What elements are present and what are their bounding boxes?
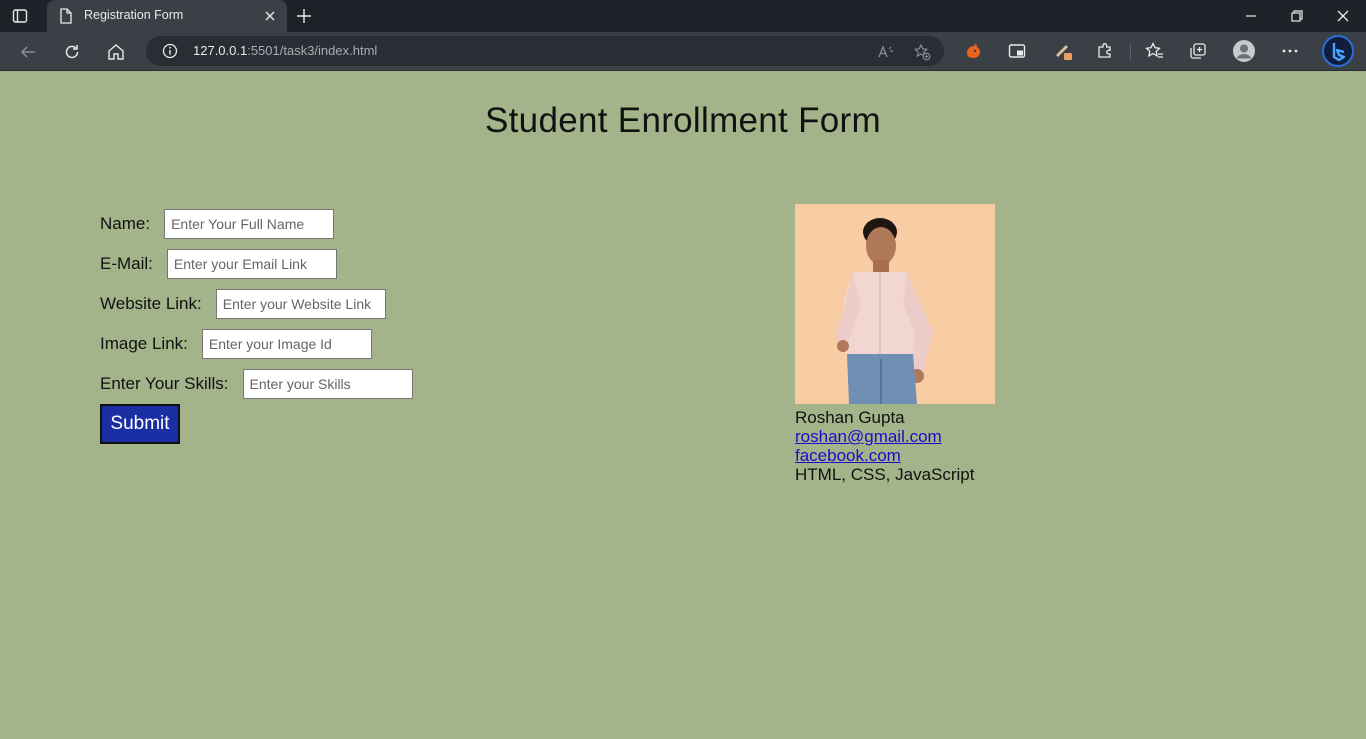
read-aloud-icon[interactable] [877, 43, 895, 61]
url-path: :5501/task3/index.html [247, 43, 378, 58]
collections-icon[interactable] [1188, 41, 1208, 61]
color-picker-icon[interactable] [1053, 41, 1073, 61]
close-icon[interactable] [263, 9, 277, 23]
skills-input[interactable] [242, 369, 413, 399]
info-icon[interactable] [162, 43, 178, 59]
image-label: Image Link: [100, 334, 188, 353]
email-input[interactable] [166, 249, 337, 279]
student-name: Roshan Gupta [795, 408, 905, 427]
name-input[interactable] [164, 209, 335, 239]
submit-button[interactable]: Submit [100, 404, 180, 444]
toolbar-divider [1130, 43, 1131, 60]
student-card: Roshan Gupta roshan@gmail.com facebook.c… [795, 204, 1055, 484]
student-website-link[interactable]: facebook.com [795, 446, 901, 465]
browser-tab[interactable]: Registration Form [47, 0, 287, 32]
back-arrow-icon[interactable] [18, 42, 38, 62]
restore-icon[interactable] [1289, 8, 1305, 24]
tab-actions-icon[interactable] [12, 8, 28, 24]
refresh-icon[interactable] [62, 42, 82, 62]
page-content: Student Enrollment Form Name: E-Mail: We… [0, 71, 1366, 739]
window-close-icon[interactable] [1335, 8, 1351, 24]
website-input[interactable] [215, 289, 386, 319]
website-row: Website Link: [100, 289, 386, 319]
skills-label: Enter Your Skills: [100, 374, 229, 393]
name-label: Name: [100, 214, 151, 233]
email-label: E-Mail: [100, 254, 153, 273]
browser-toolbar: 127.0.0.1:5501/task3/index.html [0, 32, 1366, 71]
more-icon[interactable] [1280, 41, 1300, 61]
star-add-icon[interactable] [913, 43, 931, 61]
url-text: 127.0.0.1:5501/task3/index.html [193, 43, 377, 58]
student-email-link[interactable]: roshan@gmail.com [795, 427, 942, 446]
page-title: Student Enrollment Form [485, 101, 881, 140]
profile-avatar-icon[interactable] [1233, 40, 1255, 62]
tab-strip: Registration Form [0, 0, 1366, 32]
minimize-icon[interactable] [1243, 8, 1259, 24]
image-input[interactable] [201, 329, 372, 359]
puzzle-icon[interactable] [1095, 41, 1115, 61]
student-photo [795, 204, 995, 404]
favorites-icon[interactable] [1144, 41, 1164, 61]
website-label: Website Link: [100, 294, 202, 313]
tab-title: Registration Form [84, 8, 184, 22]
email-row: E-Mail: [100, 249, 337, 279]
address-bar[interactable]: 127.0.0.1:5501/task3/index.html [146, 36, 944, 66]
picture-in-picture-icon[interactable] [1007, 41, 1027, 61]
plus-icon[interactable] [296, 8, 312, 24]
bing-copilot-icon[interactable] [1322, 35, 1354, 67]
home-icon[interactable] [106, 42, 126, 62]
page-icon [59, 8, 73, 24]
student-skills: HTML, CSS, JavaScript [795, 465, 975, 484]
url-host: 127.0.0.1 [193, 43, 248, 58]
extension-fox-icon[interactable] [963, 41, 983, 61]
image-row: Image Link: [100, 329, 372, 359]
name-row: Name: [100, 209, 335, 239]
skills-row: Enter Your Skills: [100, 369, 413, 399]
